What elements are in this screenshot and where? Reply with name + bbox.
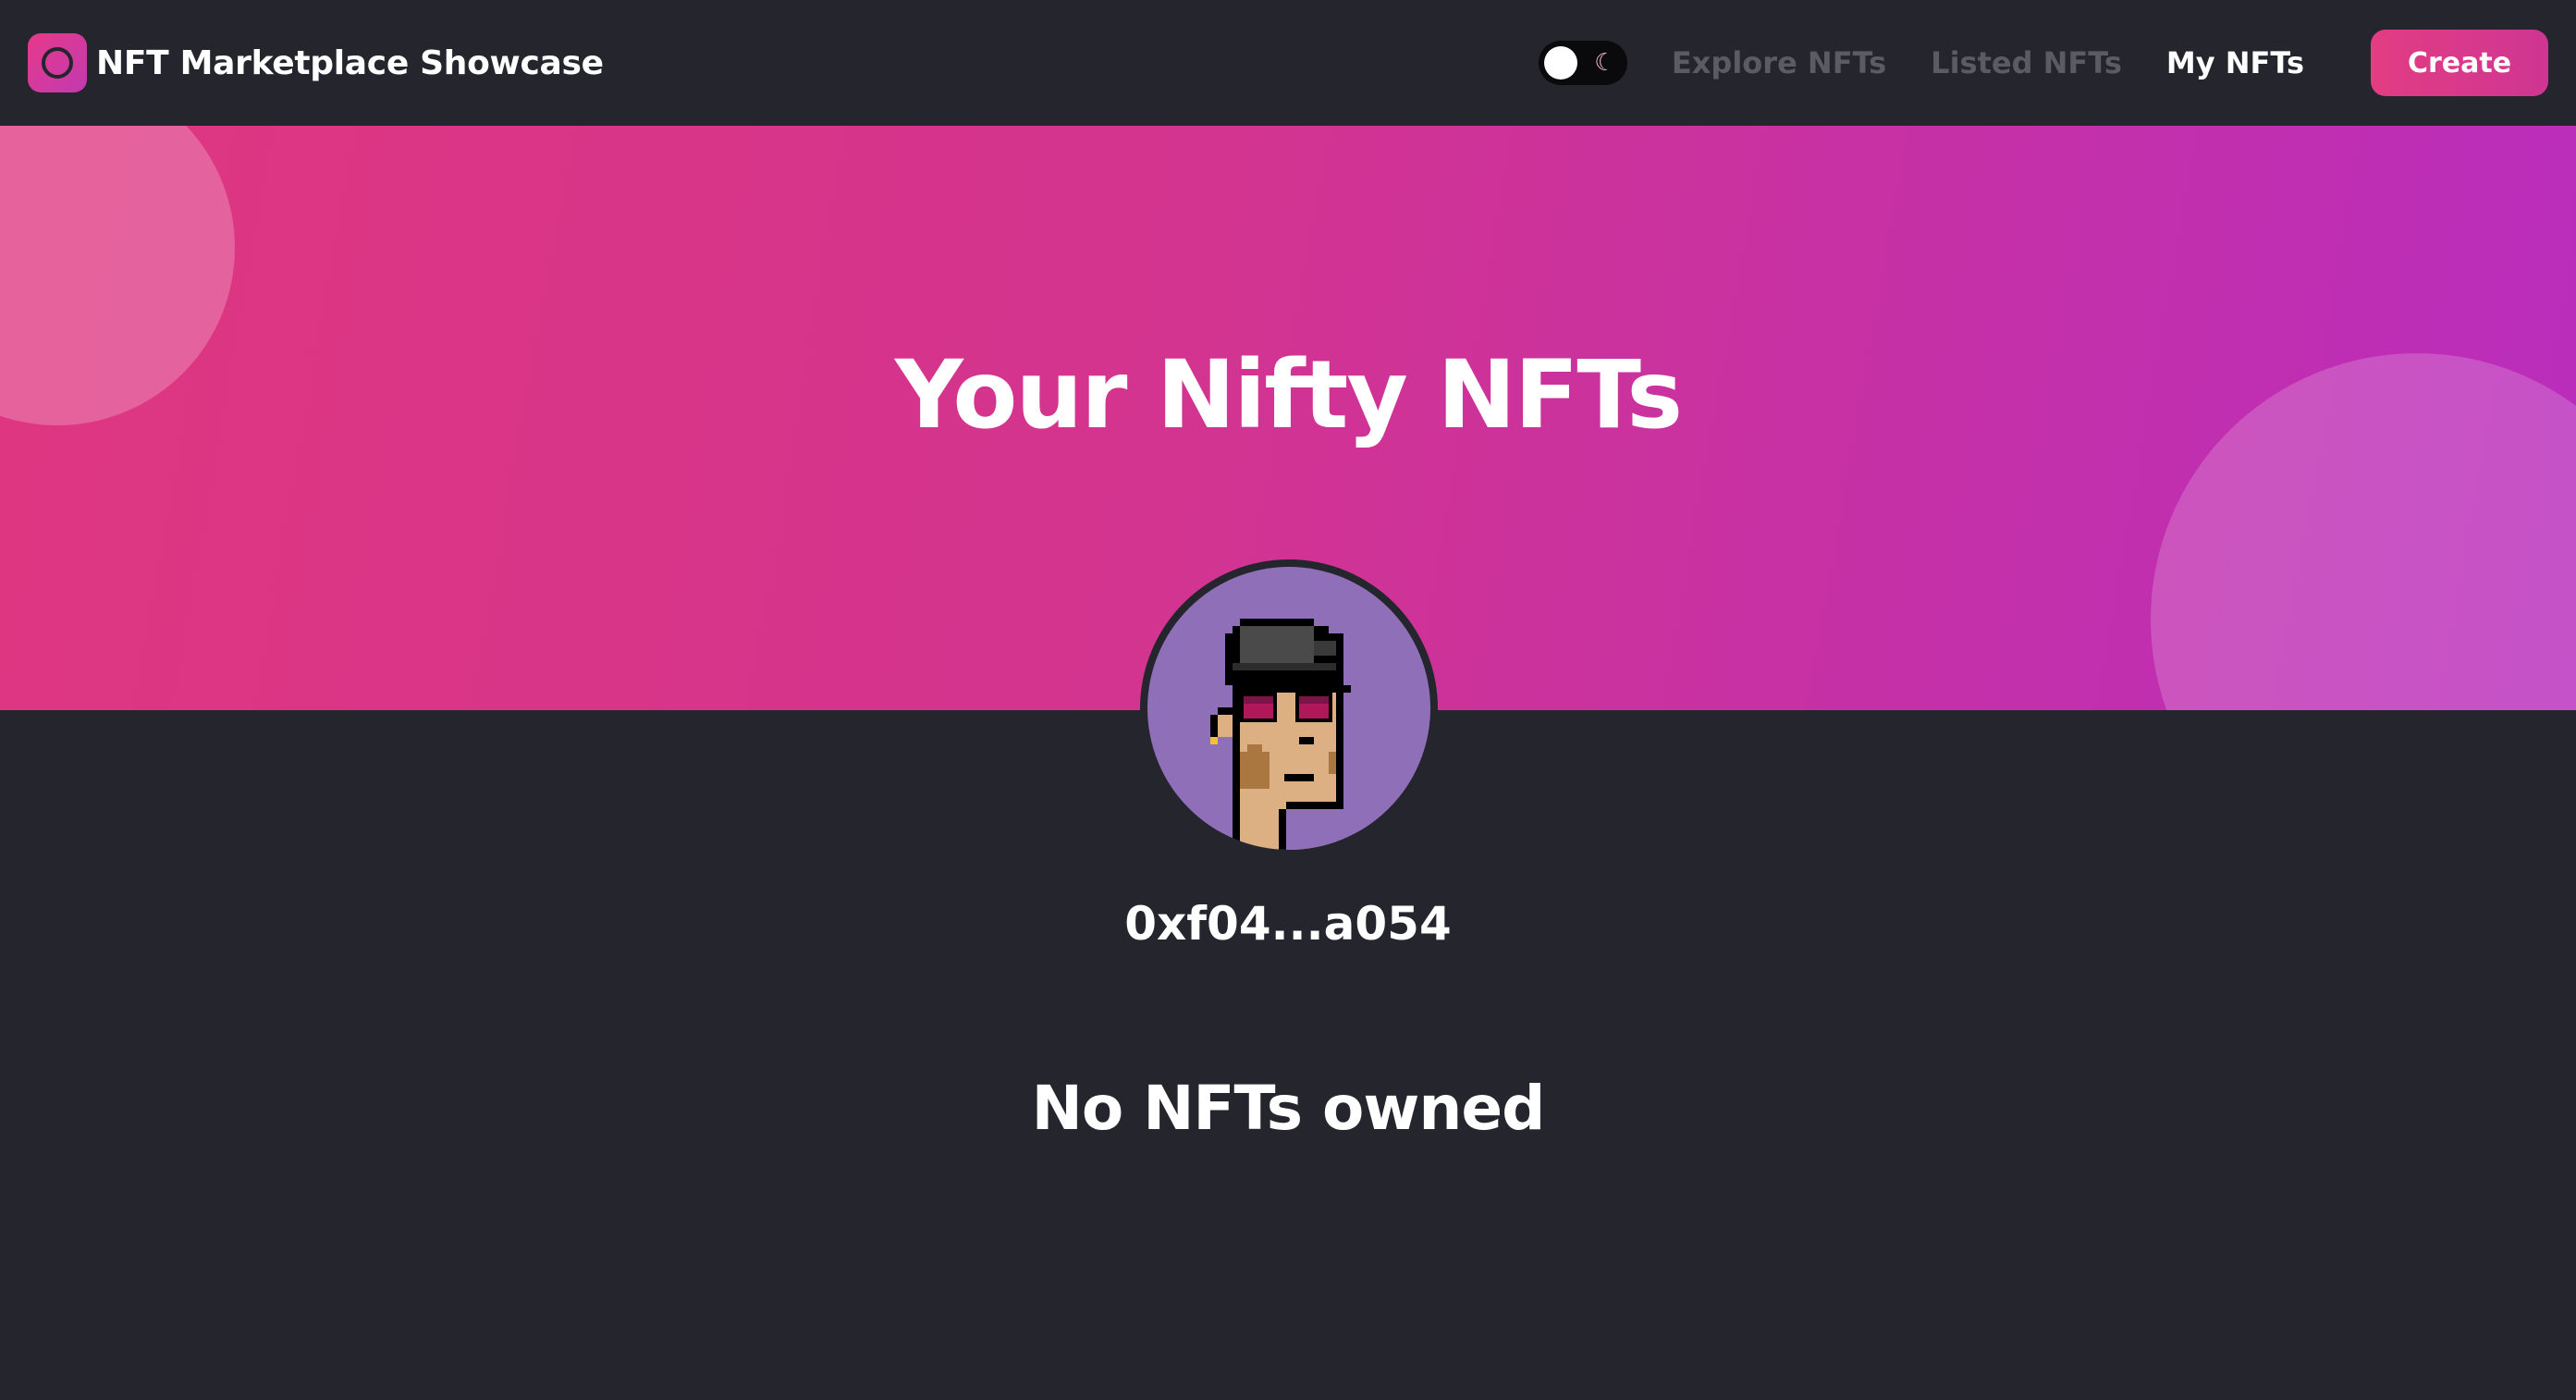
top-navbar: NFT Marketplace Showcase ☾ Explore NFTs … [0,0,2576,126]
nav-listed-nfts[interactable]: Listed NFTs [1931,45,2122,80]
theme-toggle[interactable]: ☾ [1538,41,1627,85]
page-title: Your Nifty NFTs [894,340,1683,450]
brand-name: NFT Marketplace Showcase [96,43,604,82]
moon-icon: ☾ [1594,49,1616,77]
wallet-address: 0xf04...a054 [1124,897,1452,951]
toggle-knob [1543,46,1577,80]
brand[interactable]: NFT Marketplace Showcase [28,33,604,92]
nav-menu: ☾ Explore NFTs Listed NFTs My NFTs Creat… [1538,30,2548,96]
pixel-punk-avatar [1147,567,1430,850]
empty-state-message: No NFTs owned [1031,1073,1546,1144]
nav-explore-nfts[interactable]: Explore NFTs [1672,45,1886,80]
ring-logo-icon [28,33,87,92]
create-button[interactable]: Create [2371,30,2548,96]
nav-my-nfts[interactable]: My NFTs [2166,45,2304,80]
avatar [1140,559,1438,857]
